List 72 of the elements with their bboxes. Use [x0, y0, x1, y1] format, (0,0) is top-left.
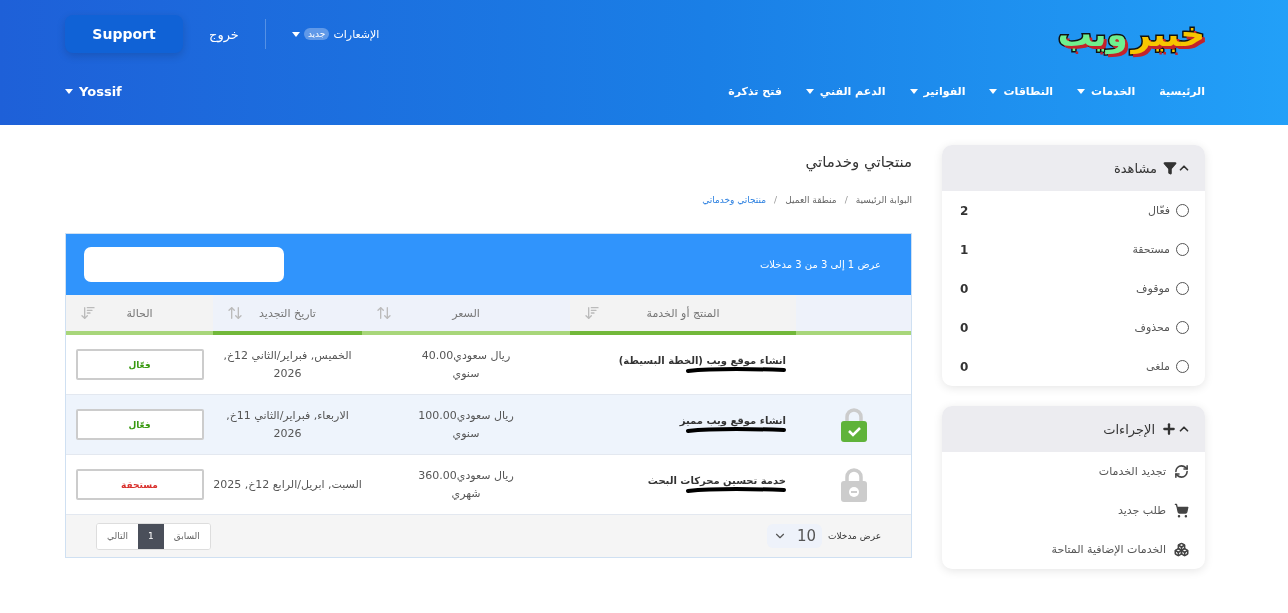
- radio-button[interactable]: [1176, 360, 1189, 373]
- new-badge: جديد: [303, 28, 330, 40]
- nav-item[interactable]: فتح تذكرة: [728, 85, 782, 98]
- search-field[interactable]: [84, 247, 284, 282]
- cart-icon: [1174, 503, 1189, 518]
- table-cell: انشاء موقع ويب مميز: [570, 395, 796, 455]
- nav-item[interactable]: الدعم الفني: [805, 85, 886, 98]
- status-label: مستحقة: [75, 469, 204, 500]
- notifications-menu[interactable]: الإشعارات جديد: [291, 27, 380, 41]
- action-link[interactable]: طلب جديد: [942, 491, 1205, 530]
- radio-button[interactable]: [1176, 243, 1189, 256]
- card-header[interactable]: مشاهدة: [942, 145, 1205, 191]
- filter-icon: [1163, 161, 1177, 175]
- filter-label: محذوف: [1134, 321, 1170, 334]
- nav-item[interactable]: النطاقات: [989, 85, 1054, 98]
- filter-label: ملغى: [1146, 360, 1170, 373]
- nav-item[interactable]: الخدمات: [1077, 85, 1136, 98]
- cubes-icon: [1174, 542, 1189, 557]
- filter-count: 0: [960, 359, 969, 374]
- entries-info: عرض 1 إلى 3 من 3 مدخلات: [759, 259, 881, 270]
- action-link[interactable]: الخدمات الإضافية المتاحة: [942, 530, 1205, 569]
- plus-icon: [1161, 421, 1177, 437]
- sort-arrows-icon[interactable]: [227, 305, 243, 321]
- padlock-minus-icon: [840, 467, 867, 502]
- caret-icon: [989, 89, 998, 94]
- table-cell: الاربعاء, فبراير/الثاني 11خ, 2026: [213, 395, 362, 455]
- breadcrumb-link[interactable]: البوابة الرئيسية: [855, 195, 912, 205]
- status-label: فعّال: [75, 409, 204, 440]
- filter-count: 0: [960, 320, 969, 335]
- support-button[interactable]: Support: [65, 15, 183, 53]
- breadcrumb-link[interactable]: منطقة العميل: [785, 195, 837, 205]
- card-title: الإجراءات: [1103, 421, 1155, 437]
- page-button[interactable]: 1: [137, 523, 164, 549]
- card-title: مشاهدة: [1114, 160, 1157, 176]
- breadcrumb-link[interactable]: منتجاتي وخدماتي: [702, 195, 767, 205]
- entries-select[interactable]: 10: [766, 524, 822, 548]
- user-menu[interactable]: Yossif: [65, 84, 122, 99]
- action-link[interactable]: تجديد الخدمات: [942, 452, 1205, 491]
- filter-count: 2: [960, 203, 969, 218]
- caret-icon: [805, 89, 814, 94]
- filter-label: فعّال: [1148, 204, 1170, 217]
- sort-arrows-icon[interactable]: [376, 305, 392, 321]
- caret-icon: [909, 89, 918, 94]
- filter-label: موقوف: [1136, 282, 1170, 295]
- refresh-icon: [1174, 464, 1189, 479]
- nav-item[interactable]: الفواتير: [909, 85, 966, 98]
- radio-button[interactable]: [1176, 321, 1189, 334]
- caret-icon: [1077, 89, 1086, 94]
- padlock-check-icon: [840, 407, 867, 442]
- caret-icon: [65, 89, 73, 94]
- sort-descending-icon[interactable]: [584, 305, 600, 321]
- column-header[interactable]: تاريخ التجديد: [213, 295, 362, 335]
- radio-button[interactable]: [1176, 204, 1189, 217]
- status-label: فعّال: [75, 349, 204, 380]
- logout-link[interactable]: خروج: [209, 26, 239, 42]
- radio-button[interactable]: [1176, 282, 1189, 295]
- page-title: منتجاتي وخدماتي: [804, 153, 912, 171]
- column-header[interactable]: السعر: [362, 295, 570, 335]
- caret-icon: [291, 31, 300, 37]
- breadcrumb-separator: /: [774, 195, 778, 205]
- card-header[interactable]: الإجراءات: [942, 406, 1205, 452]
- breadcrumb-separator: /: [844, 195, 848, 205]
- column-header[interactable]: المنتج أو الخدمة: [570, 295, 796, 335]
- table-cell: ريال سعودي100.00 سنوي: [362, 395, 570, 455]
- column-header[interactable]: الحالة: [66, 295, 213, 335]
- filter-label: مستحقة: [1132, 243, 1170, 256]
- column-header[interactable]: [796, 295, 911, 335]
- sort-descending-icon[interactable]: [80, 305, 96, 321]
- filter-count: 0: [960, 281, 969, 296]
- entries-label: عرض مدخلات: [827, 531, 881, 541]
- filter-count: 1: [960, 242, 969, 257]
- nav-item[interactable]: الرئيسية: [1159, 85, 1205, 98]
